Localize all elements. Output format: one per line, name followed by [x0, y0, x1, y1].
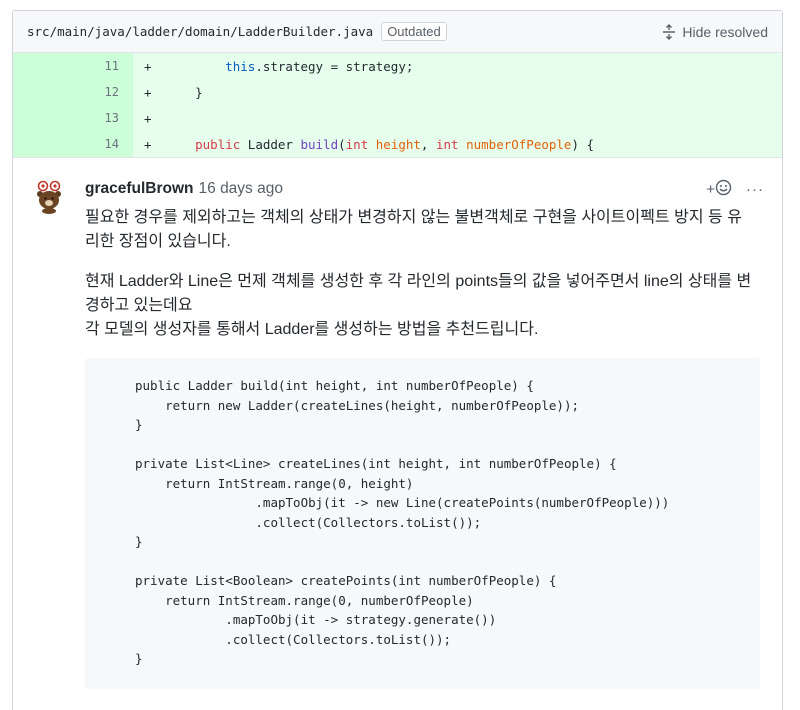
diff-marker: +	[144, 84, 152, 100]
code-block: public Ladder build(int height, int numb…	[85, 358, 760, 689]
code-line: + public Ladder build(int height, int nu…	[133, 131, 782, 157]
fold-icon	[661, 23, 677, 40]
comment-actions: + ···	[706, 179, 764, 200]
comment-body: 필요한 경우를 제외하고는 객체의 상태가 변경하지 않는 불변객체로 구현을 …	[85, 206, 766, 342]
add-reaction-button[interactable]: +	[706, 179, 732, 200]
code-line: +	[133, 105, 782, 131]
review-thread: src/main/java/ladder/domain/LadderBuilde…	[12, 10, 783, 710]
comment-paragraph: 현재 Ladder와 Line은 먼제 객체를 생성한 후 각 라인의 poin…	[85, 270, 754, 342]
diff-line: 12 + }	[13, 79, 782, 105]
plus-label: +	[706, 180, 715, 198]
comment-text-line: 각 모델의 생성자를 통해서 Ladder를 생성하는 방법을 추천드립니다.	[85, 321, 539, 338]
diff-line: 11 + this .strategy = strategy;	[13, 53, 782, 79]
brown-bear-avatar	[37, 180, 61, 214]
code-text: }	[165, 84, 203, 100]
review-comment: gracefulBrown 16 days ago + ··· 필요한 경우를 …	[13, 157, 782, 689]
comment-paragraph: 필요한 경우를 제외하고는 객체의 상태가 변경하지 않는 불변객체로 구현을 …	[85, 209, 742, 250]
diff-hunk: 11 + this .strategy = strategy; 12 + } 13…	[13, 53, 782, 157]
line-number[interactable]: 12	[13, 79, 133, 105]
smiley-icon	[715, 179, 732, 200]
hide-resolved-label: Hide resolved	[682, 23, 768, 40]
line-number[interactable]: 14	[13, 131, 133, 157]
line-number[interactable]: 11	[13, 53, 133, 79]
avatar[interactable]	[35, 180, 63, 214]
line-number[interactable]: 13	[13, 105, 133, 131]
comment-timestamp[interactable]: 16 days ago	[199, 180, 283, 198]
diff-marker: +	[144, 110, 152, 126]
more-options-button[interactable]: ···	[746, 181, 764, 198]
diff-marker: +	[144, 58, 152, 74]
diff-line: 13 +	[13, 105, 782, 131]
diff-marker: +	[144, 136, 152, 152]
file-header: src/main/java/ladder/domain/LadderBuilde…	[13, 11, 782, 53]
hide-resolved-button[interactable]: Hide resolved	[661, 24, 768, 40]
code-line: + this .strategy = strategy;	[133, 53, 782, 79]
file-path-link[interactable]: src/main/java/ladder/domain/LadderBuilde…	[27, 24, 373, 39]
comment-text-line: 현재 Ladder와 Line은 먼제 객체를 생성한 후 각 라인의 poin…	[85, 273, 752, 314]
comment-header: gracefulBrown 16 days ago + ···	[85, 178, 766, 200]
outdated-badge: Outdated	[381, 22, 447, 41]
code-line: + }	[133, 79, 782, 105]
diff-line: 14 + public Ladder build(int height, int…	[13, 131, 782, 157]
author-link[interactable]: gracefulBrown	[85, 180, 194, 198]
